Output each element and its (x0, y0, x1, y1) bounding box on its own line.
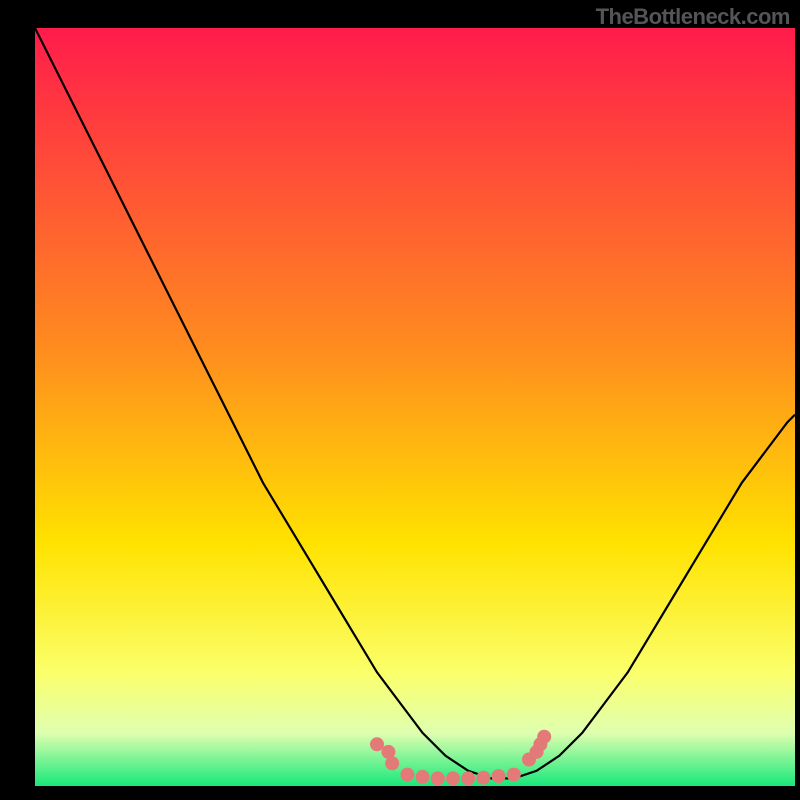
marker-dot (385, 756, 399, 770)
marker-dot (461, 771, 475, 785)
attribution-label: TheBottleneck.com (596, 4, 790, 30)
marker-dot (537, 730, 551, 744)
marker-dot (507, 768, 521, 782)
marker-dot (416, 770, 430, 784)
marker-dot (492, 769, 506, 783)
marker-dot (431, 771, 445, 785)
gradient-background (35, 28, 795, 786)
marker-dot (370, 737, 384, 751)
marker-dot (400, 768, 414, 782)
chart-svg (35, 28, 795, 786)
marker-dot (476, 771, 490, 785)
marker-dot (446, 771, 460, 785)
bottleneck-chart (35, 28, 795, 786)
